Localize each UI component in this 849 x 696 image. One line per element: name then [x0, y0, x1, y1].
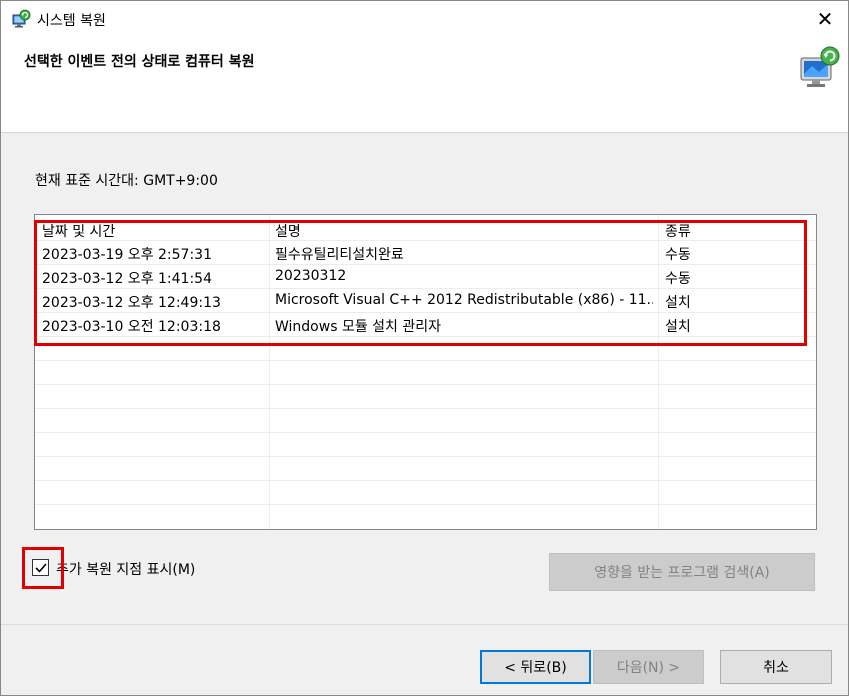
next-button[interactable]: 다음(N) >	[593, 650, 704, 684]
scan-affected-programs-button[interactable]: 영향을 받는 프로그램 검색(A)	[549, 553, 815, 591]
header-panel: 시스템 복원 ✕ 선택한 이벤트 전의 상태로 컴퓨터 복원	[1, 1, 848, 133]
row-divider	[35, 456, 816, 457]
page-title: 선택한 이벤트 전의 상태로 컴퓨터 복원	[24, 54, 255, 70]
timezone-label: 현재 표준 시간대: GMT+9:00	[35, 173, 218, 189]
show-more-label[interactable]: 추가 복원 지점 표시(M)	[56, 559, 195, 579]
close-icon: ✕	[816, 7, 834, 31]
row-divider	[35, 432, 816, 433]
system-restore-icon	[11, 9, 31, 29]
row-divider	[35, 504, 816, 505]
highlight-box-restore-points	[34, 220, 807, 346]
row-divider	[35, 384, 816, 385]
row-divider	[35, 480, 816, 481]
cancel-button[interactable]: 취소	[720, 650, 832, 684]
back-button[interactable]: < 뒤로(B)	[480, 650, 591, 684]
row-divider	[35, 408, 816, 409]
highlight-box-checkbox	[22, 547, 64, 589]
system-restore-window: 시스템 복원 ✕ 선택한 이벤트 전의 상태로 컴퓨터 복원 현재 표준 시간대…	[0, 0, 849, 696]
close-button[interactable]: ✕	[802, 1, 848, 37]
window-title: 시스템 복원	[37, 13, 106, 29]
system-restore-computer-icon	[797, 44, 843, 90]
footer-divider	[1, 624, 848, 625]
row-divider	[35, 360, 816, 361]
